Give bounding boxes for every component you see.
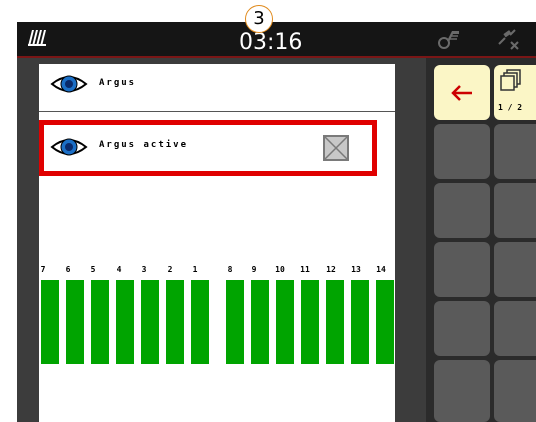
callout-badge: 3 bbox=[245, 5, 273, 33]
signal-icon bbox=[25, 28, 47, 52]
row-number: 6 bbox=[65, 265, 71, 274]
softkey-button[interactable] bbox=[494, 360, 536, 422]
softkey-button[interactable] bbox=[434, 183, 490, 238]
back-button[interactable] bbox=[434, 65, 490, 120]
eye-icon bbox=[50, 136, 88, 162]
row-bar bbox=[191, 280, 209, 364]
softkey-button[interactable] bbox=[434, 360, 490, 422]
row-number: 4 bbox=[116, 265, 122, 274]
row-bar bbox=[376, 280, 394, 364]
row-bar bbox=[41, 280, 59, 364]
argus-active-row[interactable]: Argus active bbox=[39, 120, 377, 176]
softkey-button[interactable] bbox=[494, 242, 536, 297]
row-number: 11 bbox=[300, 265, 310, 274]
row-bar bbox=[141, 280, 159, 364]
row-number: 7 bbox=[40, 265, 46, 274]
row-bar bbox=[251, 280, 269, 364]
softkey-bar: 1 / 2 bbox=[426, 58, 536, 422]
row-bar bbox=[66, 280, 84, 364]
row-bar bbox=[91, 280, 109, 364]
softkey-button[interactable] bbox=[434, 242, 490, 297]
row-bar bbox=[276, 280, 294, 364]
machine-icon bbox=[437, 28, 461, 54]
softkey-button[interactable] bbox=[434, 124, 490, 179]
row-number: 14 bbox=[376, 265, 386, 274]
row-bar bbox=[226, 280, 244, 364]
row-number: 8 bbox=[227, 265, 233, 274]
row-number: 5 bbox=[90, 265, 96, 274]
page-indicator: 1 / 2 bbox=[498, 103, 523, 112]
row-bar bbox=[166, 280, 184, 364]
row-bar bbox=[116, 280, 134, 364]
argus-panel: Argus Argus active 7 6 5 4 3 2 1 8 9 10 … bbox=[39, 64, 395, 422]
argus-label: Argus bbox=[99, 78, 137, 88]
row-number: 2 bbox=[167, 265, 173, 274]
copy-pages-icon bbox=[499, 68, 523, 96]
eye-icon bbox=[50, 73, 88, 99]
row-number: 12 bbox=[326, 265, 336, 274]
softkey-button[interactable] bbox=[494, 183, 536, 238]
softkey-button[interactable] bbox=[434, 301, 490, 356]
row-number: 1 bbox=[192, 265, 198, 274]
row-bar bbox=[301, 280, 319, 364]
row-bar bbox=[326, 280, 344, 364]
page-button[interactable]: 1 / 2 bbox=[494, 65, 536, 120]
separator-line bbox=[39, 111, 395, 112]
gps-icon bbox=[495, 28, 521, 54]
row-number: 9 bbox=[251, 265, 257, 274]
clock-time: 03:16 bbox=[239, 30, 303, 55]
row-number: 13 bbox=[351, 265, 361, 274]
softkey-button[interactable] bbox=[494, 301, 536, 356]
argus-active-checkbox[interactable] bbox=[323, 135, 349, 161]
row-bar bbox=[351, 280, 369, 364]
row-number: 3 bbox=[141, 265, 147, 274]
terminal-screen: Argus Argus active 7 6 5 4 3 2 1 8 9 10 … bbox=[17, 22, 536, 422]
argus-active-label: Argus active bbox=[99, 140, 189, 150]
softkey-button[interactable] bbox=[494, 124, 536, 179]
row-number: 10 bbox=[275, 265, 285, 274]
arrow-left-icon bbox=[450, 84, 474, 106]
